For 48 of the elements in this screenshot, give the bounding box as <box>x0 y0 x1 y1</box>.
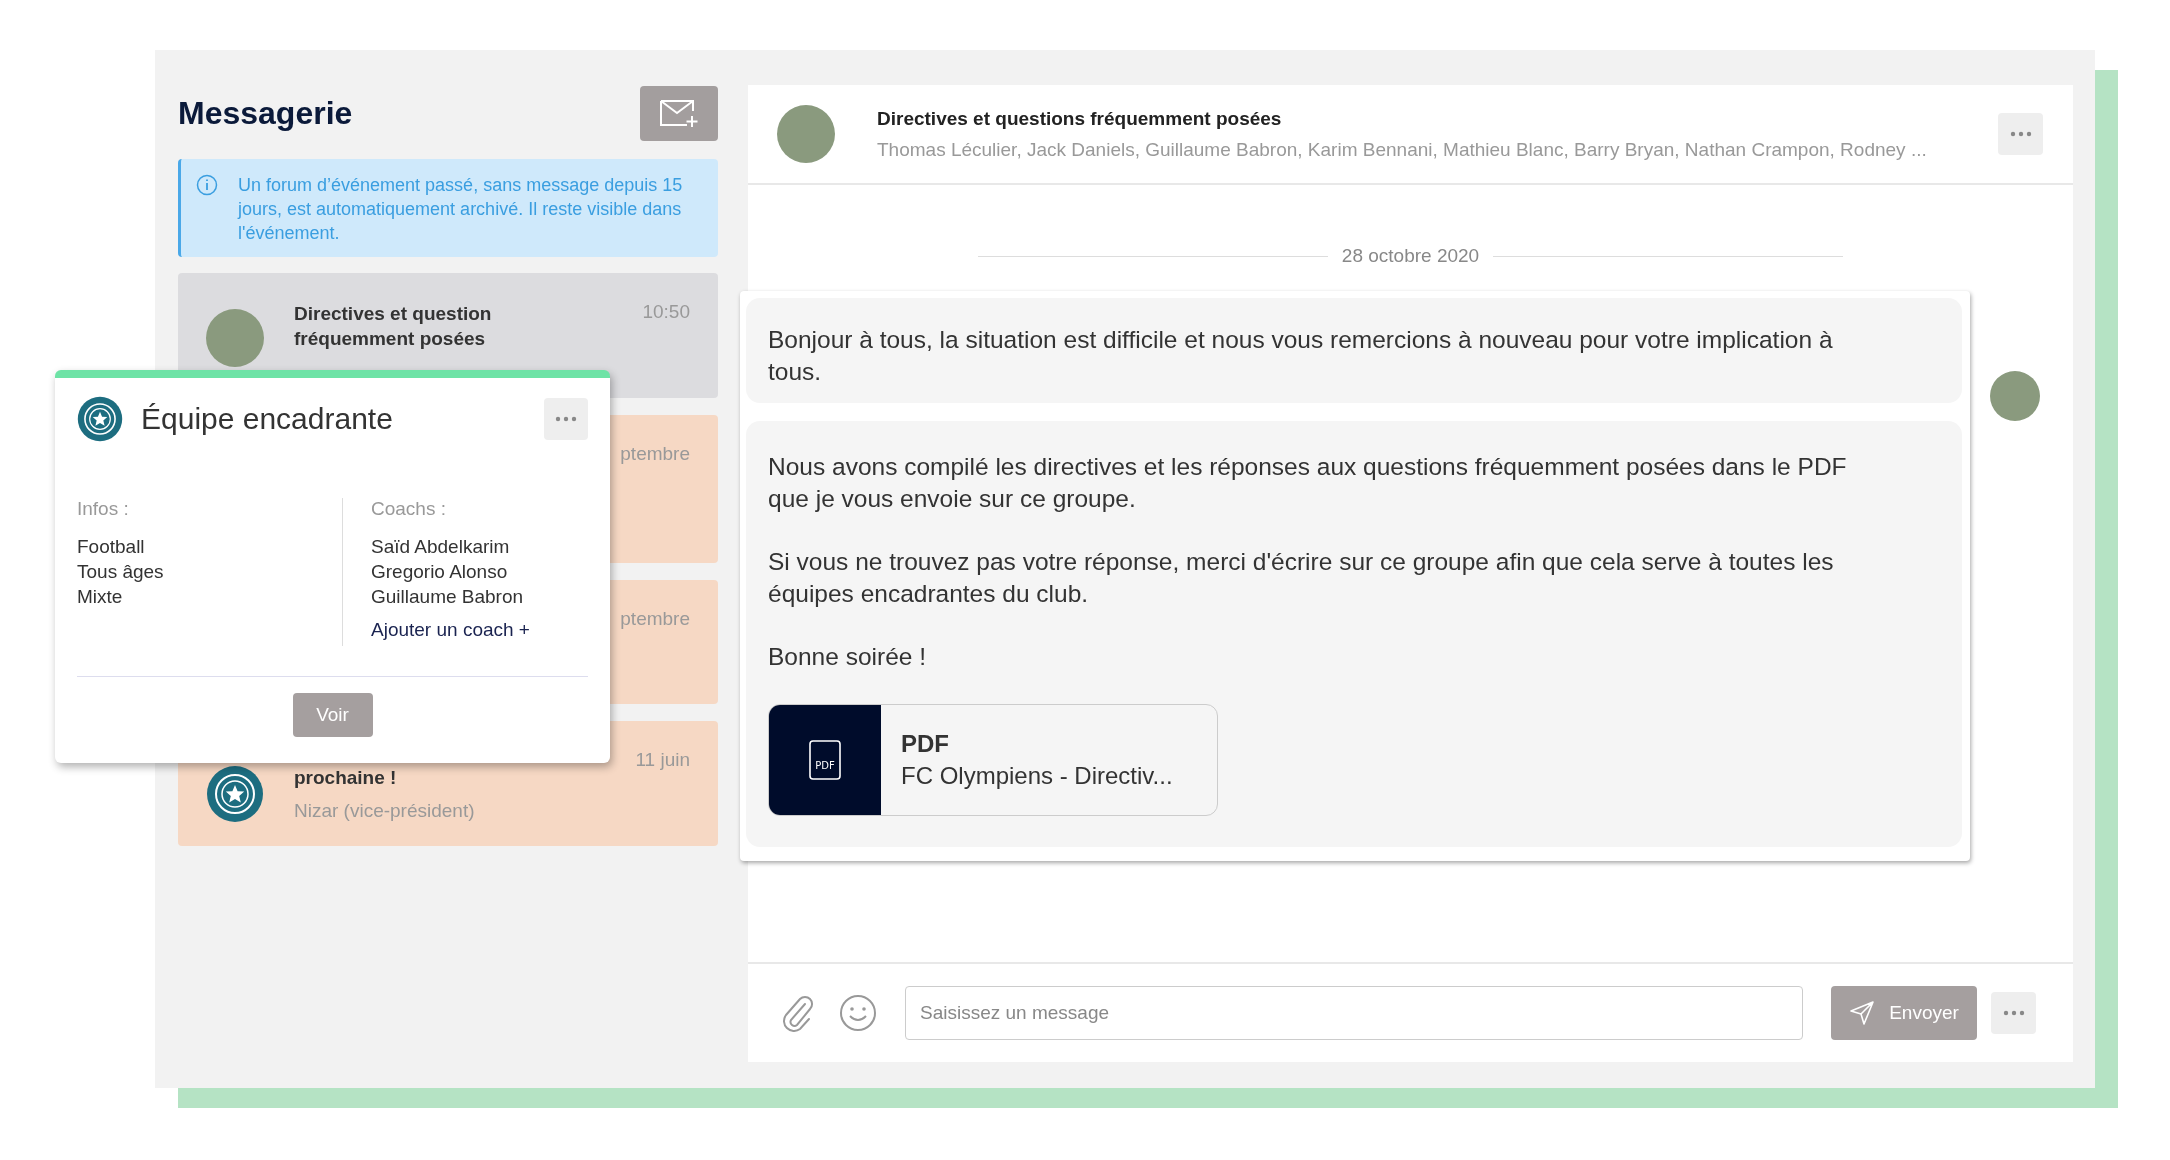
ellipsis-icon <box>555 416 577 422</box>
page-title: Messagerie <box>178 94 353 132</box>
participants-list: Thomas Léculier, Jack Daniels, Guillaume Babron, Karim Bennani, Mathieu Blanc, Barry Bryan, Nathan Crampon, Rodney ... <box>877 138 1998 161</box>
conversation-title: prochaine ! <box>294 766 398 790</box>
conversation-sender: Nizar (vice-président) <box>294 800 476 822</box>
message-text: Bonjour à tous, la situation est difficile et nous vous remercions à nouveau pour votre implication à tous. <box>768 325 1834 387</box>
conversation-title: Directives et questions fréquemment posées <box>877 107 1283 130</box>
message-text: Nous avons compilé les directives et les réponses aux questions fréquemment posées dans le PDF que je vous envoie sur ce groupe. <box>768 452 1848 514</box>
more-options-button[interactable] <box>1991 992 2036 1034</box>
coachs-label: Coachs : <box>371 498 447 520</box>
club-badge-icon <box>77 396 123 442</box>
avatar-photo-placeholder <box>777 105 835 163</box>
conversation-time: 11 juin <box>635 749 690 772</box>
popup-title: Équipe encadrante <box>141 402 394 436</box>
date-separator: 28 octobre 2020 <box>1341 245 1480 267</box>
info-text: Un forum d’événement passé, sans message depuis 15 jours, est automatiquement archivé. Il reste visible dans l'événement. <box>238 174 684 245</box>
club-badge-icon <box>206 765 264 823</box>
add-coach-link[interactable]: Ajouter un coach + <box>371 619 588 641</box>
conversation-time: 10:50 <box>642 301 690 324</box>
conversation-time: ptembre <box>620 443 690 466</box>
attachment-name: FC Olympiens - Directiv... <box>901 762 1173 790</box>
message-input[interactable]: Saisissez un message <box>905 986 1803 1040</box>
avatar-photo-placeholder <box>1990 371 2040 421</box>
new-message-button[interactable] <box>640 85 718 141</box>
ellipsis-icon <box>2002 1010 2025 1016</box>
more-options-button[interactable] <box>1998 113 2043 155</box>
coach-name: Guillaume Babron <box>371 585 525 609</box>
info-value: Football <box>77 535 146 559</box>
coach-name: Saïd Abdelkarim <box>371 535 511 559</box>
info-icon <box>196 174 218 196</box>
info-value: Mixte <box>77 585 124 609</box>
coach-name: Gregorio Alonso <box>371 560 509 584</box>
pdf-file-icon: PDF <box>809 740 841 780</box>
smiley-icon[interactable] <box>839 994 877 1032</box>
send-icon <box>1849 1000 1876 1026</box>
paperclip-icon[interactable] <box>781 994 815 1032</box>
ellipsis-icon <box>2009 131 2032 137</box>
envelope-plus-icon <box>659 98 699 128</box>
info-value: Tous âges <box>77 560 165 584</box>
message-text: Bonne soirée ! <box>768 642 927 672</box>
conversation-title: Directives et question fréquemment posées <box>294 302 493 351</box>
infos-label: Infos : <box>77 498 130 520</box>
more-options-button[interactable] <box>544 398 588 440</box>
attachment-type: PDF <box>901 730 950 758</box>
conversation-time: ptembre <box>620 608 690 631</box>
pdf-attachment[interactable]: PDF PDF FC Olympiens - Directiv... <box>768 704 1218 816</box>
avatar-photo-placeholder <box>206 309 264 367</box>
message-text: Si vous ne trouvez pas votre réponse, merci d'écrire sur ce groupe afin que cela serve à toutes les équipes encadrantes du club. <box>768 547 1835 609</box>
